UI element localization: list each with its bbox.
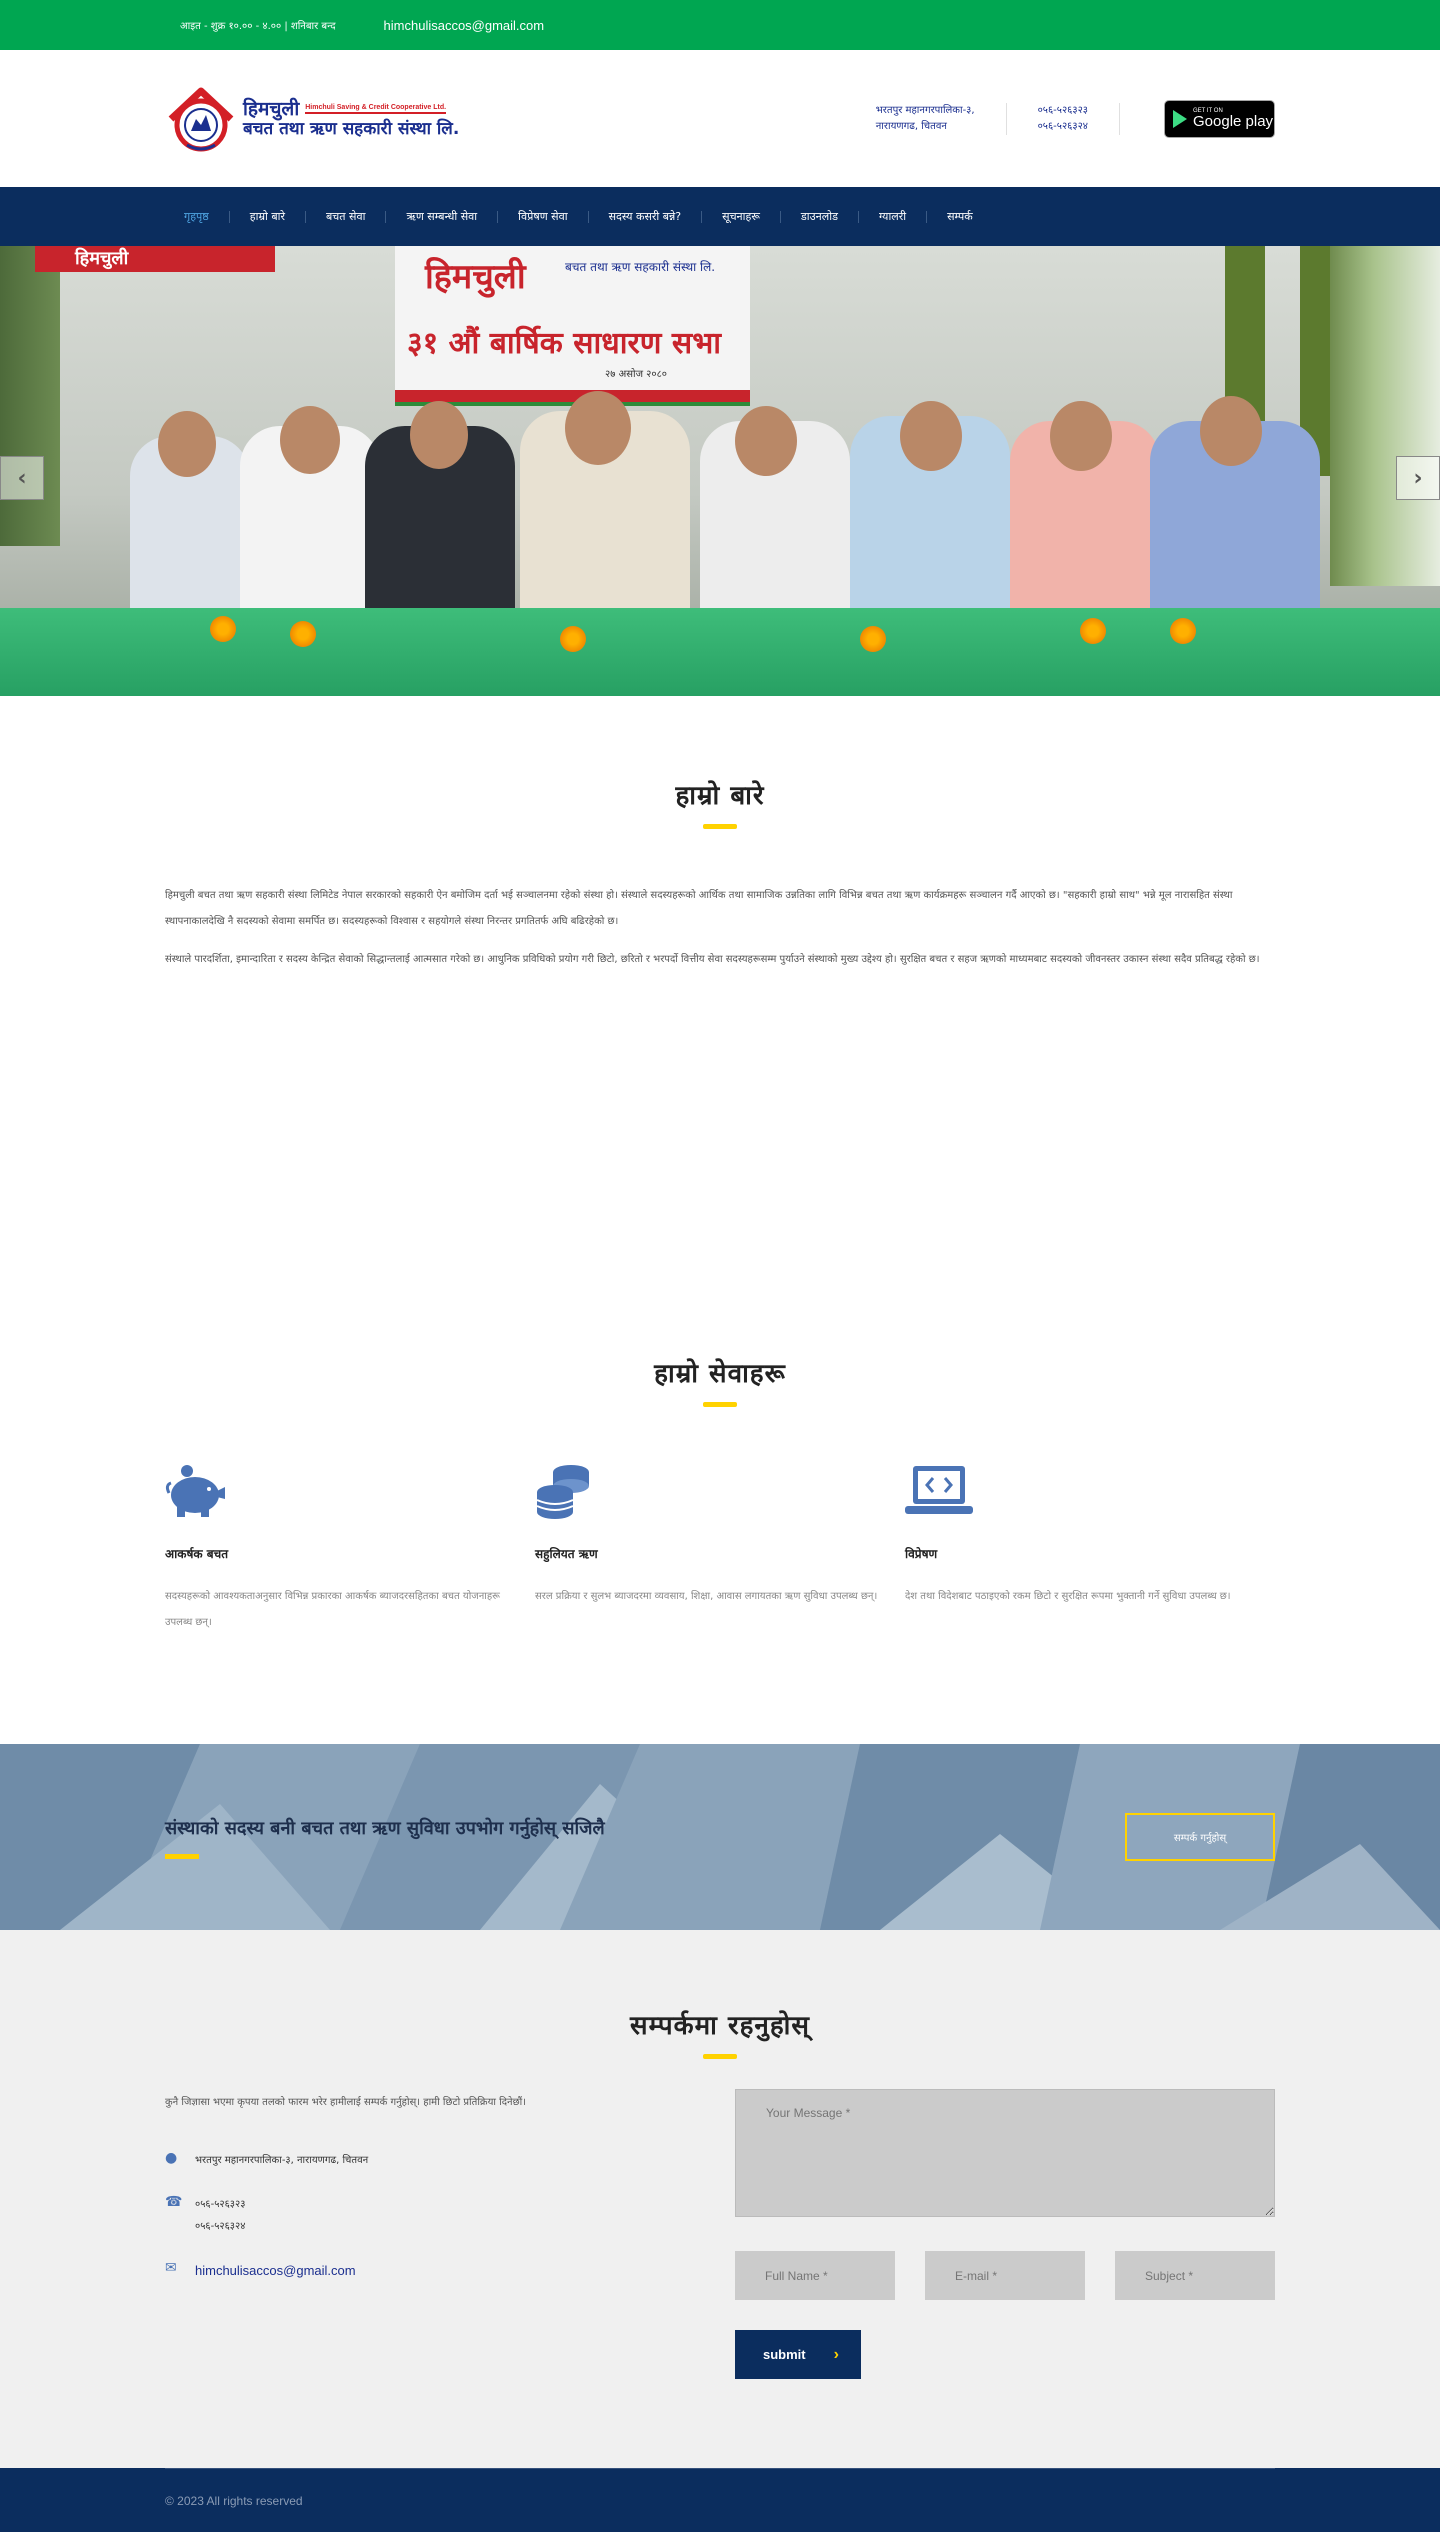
service-remit-title: विप्रेषण xyxy=(905,1547,938,1561)
message-textarea[interactable] xyxy=(735,2089,1275,2217)
logo-tagline-np: बचत तथा ऋण सहकारी संस्था लि. xyxy=(243,118,460,139)
logo-name-np: हिमचुली xyxy=(243,97,300,120)
service-loan-title: सहुलियत ऋण xyxy=(535,1547,598,1561)
google-play-button[interactable]: GET IT ON Google play xyxy=(1164,99,1275,138)
main-nav: गृहपृष्ठ हाम्रो बारे बचत सेवा ऋण सम्बन्ध… xyxy=(0,187,1440,246)
hero-banner-left: हिमचुली xyxy=(35,246,275,272)
submit-button[interactable]: submit › xyxy=(735,2330,861,2379)
office-hours: आइत - शुक्र १०.०० - ४.०० | शनिबार बन्द xyxy=(180,21,336,32)
logo-name-en: Himchuli Saving & Credit Cooperative Ltd… xyxy=(305,104,447,114)
contact-phone-1[interactable]: ०५६-५२६३२३ xyxy=(195,2194,245,2216)
email-input[interactable] xyxy=(925,2251,1085,2300)
contact-section: सम्पर्कमा रहनुहोस् कुनै जिज्ञासा भएमा कृ… xyxy=(0,1930,1440,2468)
about-paragraph-2: संस्थाले पारदर्शिता, इमान्दारिता र सदस्य… xyxy=(165,954,1260,965)
header-phone-2[interactable]: ०५६-५२६३२४ xyxy=(1038,119,1088,135)
service-savings[interactable]: आकर्षक बचत सदस्यहरूको आवश्यकताअनुसार विभ… xyxy=(165,1459,535,1636)
contact-title: सम्पर्कमा रहनुहोस् xyxy=(630,2011,810,2041)
site-footer: © 2023 All rights reserved xyxy=(0,2468,1440,2532)
slider-prev-button[interactable]: ‹ xyxy=(0,456,44,500)
chevron-right-icon: › xyxy=(833,2345,839,2363)
cta-contact-button[interactable]: सम्पर्क गर्नुहोस् xyxy=(1125,1813,1275,1861)
services-section: हाम्रो सेवाहरू आकर्षक बचत सदस्यहरूको आवश… xyxy=(0,1354,1440,1744)
contact-email-link[interactable]: himchulisaccos@gmail.com xyxy=(195,2260,356,2282)
envelope-icon: ✉ xyxy=(165,2260,177,2276)
contact-intro: कुनै जिज्ञासा भएमा कृपया तलको फारम भरेर … xyxy=(165,2097,526,2108)
nav-item-home[interactable]: गृहपृष्ठ xyxy=(165,210,230,223)
service-loan[interactable]: सहुलियत ऋण सरल प्रक्रिया र सुलभ ब्याजदरम… xyxy=(535,1459,905,1636)
nav-item-contact[interactable]: सम्पर्क xyxy=(927,210,993,223)
contact-address: भरतपुर महानगरपालिका-३, नारायणगढ, चितवन xyxy=(195,2155,369,2166)
nav-item-membership[interactable]: सदस्य कसरी बन्ने? xyxy=(589,210,703,223)
piggy-bank-icon xyxy=(165,1465,225,1517)
copyright-text: © 2023 All rights reserved xyxy=(165,2493,303,2508)
hero-people xyxy=(110,356,1330,626)
service-savings-text: सदस्यहरूको आवश्यकताअनुसार विभिन्न प्रकार… xyxy=(165,1591,500,1628)
subject-input[interactable] xyxy=(1115,2251,1275,2300)
nav-item-download[interactable]: डाउनलोड xyxy=(781,210,859,223)
cta-banner: संस्थाको सदस्य बनी बचत तथा ऋण सुविधा उपभ… xyxy=(0,1744,1440,1930)
header-address: भरतपुर महानगरपालिका-३, नारायणगढ, चितवन xyxy=(845,102,1007,135)
full-name-input[interactable] xyxy=(735,2251,895,2300)
logo-emblem-icon xyxy=(168,87,234,151)
services-title: हाम्रो सेवाहरू xyxy=(654,1359,786,1389)
cta-text: संस्थाको सदस्य बनी बचत तथा ऋण सुविधा उपभ… xyxy=(165,1817,605,1839)
nav-item-notices[interactable]: सूचनाहरू xyxy=(702,210,781,223)
topbar-email-link[interactable]: himchulisaccos@gmail.com xyxy=(384,18,545,33)
service-remit-text: देश तथा विदेशबाट पठाइएको रकम छिटो र सुरक… xyxy=(905,1591,1231,1602)
about-paragraph-1: हिमचुली बचत तथा ऋण सहकारी संस्था लिमिटेड… xyxy=(165,890,1233,927)
site-header: हिमचुली Himchuli Saving & Credit Coopera… xyxy=(0,50,1440,187)
phone-icon: ☎ xyxy=(165,2194,183,2210)
about-title: हाम्रो बारे xyxy=(675,781,765,811)
header-phones: ०५६-५२६३२३ ०५६-५२६३२४ xyxy=(1007,102,1120,135)
nav-item-about[interactable]: हाम्रो बारे xyxy=(230,210,307,223)
map-marker-icon: ● xyxy=(165,2150,178,2166)
contact-phone-2[interactable]: ०५६-५२६३२४ xyxy=(195,2216,245,2238)
nav-item-remit[interactable]: विप्रेषण सेवा xyxy=(498,210,589,223)
nav-item-gallery[interactable]: ग्यालरी xyxy=(859,210,928,223)
google-play-icon xyxy=(1173,109,1187,128)
service-loan-text: सरल प्रक्रिया र सुलभ ब्याजदरमा व्यवसाय, … xyxy=(535,1591,878,1602)
about-section: हाम्रो बारे हिमचुली बचत तथा ऋण सहकारी सं… xyxy=(0,696,1440,1354)
nav-item-savings[interactable]: बचत सेवा xyxy=(306,210,387,223)
service-savings-title: आकर्षक बचत xyxy=(165,1547,229,1561)
laptop-code-icon xyxy=(905,1466,973,1514)
slider-next-button[interactable]: › xyxy=(1396,456,1440,500)
nav-item-loan[interactable]: ऋण सम्बन्धी सेवा xyxy=(386,210,499,223)
coins-icon xyxy=(536,1465,589,1519)
top-bar: आइत - शुक्र १०.०० - ४.०० | शनिबार बन्द h… xyxy=(0,0,1440,50)
site-logo[interactable]: हिमचुली Himchuli Saving & Credit Coopera… xyxy=(165,85,465,153)
service-remit[interactable]: विप्रेषण देश तथा विदेशबाट पठाइएको रकम छि… xyxy=(905,1459,1275,1636)
header-phone-1[interactable]: ०५६-५२६३२३ xyxy=(1038,103,1088,119)
hero-slider[interactable]: हिमचुली हिमचुली बचत तथा ऋण सहकारी संस्था… xyxy=(0,246,1440,696)
